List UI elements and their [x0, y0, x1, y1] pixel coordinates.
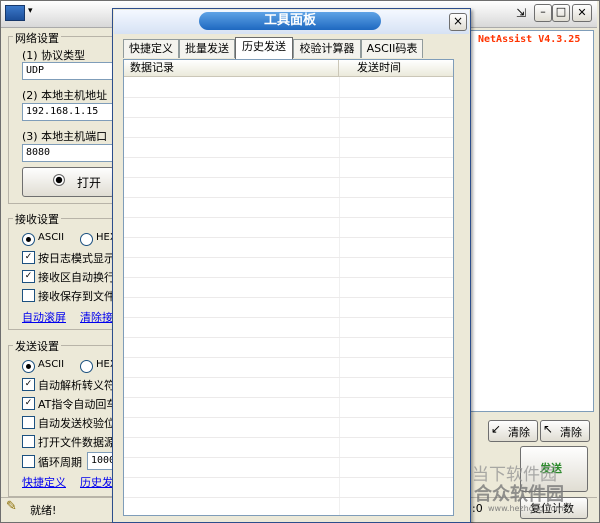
protocol-label: (1) 协议类型: [22, 49, 86, 62]
receive-group-title: 接收设置: [13, 211, 61, 227]
recv-ascii-radio[interactable]: [22, 233, 35, 246]
list-row-line: [124, 97, 453, 98]
open-button-label: 打开: [77, 176, 102, 190]
auto-checksum-label: 自动发送校验位: [38, 417, 115, 430]
tab-ascii-table[interactable]: ASCII码表: [361, 39, 423, 58]
status-text: 就绪!: [30, 504, 57, 517]
tab-quick-define[interactable]: 快捷定义: [123, 39, 179, 58]
pin-icon[interactable]: ⇲: [516, 6, 526, 20]
log-mode-checkbox[interactable]: ✓: [22, 251, 35, 264]
list-row-line: [124, 257, 453, 258]
save-file-label: 接收保存到文件: [38, 290, 115, 303]
auto-checksum-checkbox[interactable]: [22, 416, 35, 429]
tool-panel: 工具面板 × 快捷定义 批量发送 历史发送 校验计算器 ASCII码表 数据记录…: [112, 8, 471, 523]
arrow-down-left-icon: ↙: [491, 422, 502, 436]
host-port-label: (3) 本地主机端口: [22, 130, 108, 143]
list-row-line: [124, 337, 453, 338]
receive-area[interactable]: [470, 30, 594, 412]
list-row-line: [124, 437, 453, 438]
at-cmd-label: AT指令自动回车: [38, 398, 118, 411]
list-row-line: [124, 357, 453, 358]
send-group-title: 发送设置: [13, 338, 61, 354]
list-row-line: [124, 417, 453, 418]
tab-checksum-calculator[interactable]: 校验计算器: [293, 39, 361, 58]
list-row-line: [124, 377, 453, 378]
pencil-icon: ✎: [6, 499, 17, 514]
clear-count-label: 清除: [560, 426, 582, 439]
version-label: NetAssist V4.3.25: [478, 34, 581, 45]
auto-escape-label: 自动解析转义符: [38, 379, 115, 392]
history-list[interactable]: 数据记录 发送时间: [123, 59, 454, 516]
host-address-input[interactable]: 192.168.1.15: [22, 103, 115, 121]
list-row-line: [124, 197, 453, 198]
send-hex-radio[interactable]: [80, 360, 93, 373]
list-row-line: [124, 137, 453, 138]
app-menu-arrow-icon[interactable]: ▾: [28, 6, 33, 16]
tool-panel-title: 工具面板: [199, 12, 381, 30]
at-cmd-checkbox[interactable]: ✓: [22, 397, 35, 410]
open-file-label: 打开文件数据源: [38, 436, 115, 449]
watermark-text-2: 合众软件园: [474, 484, 564, 505]
save-file-checkbox[interactable]: [22, 289, 35, 302]
open-file-checkbox[interactable]: [22, 435, 35, 448]
maximize-button[interactable]: □: [552, 4, 570, 22]
list-row-line: [124, 477, 453, 478]
close-window-button[interactable]: ✕: [572, 4, 592, 22]
recv-hex-radio[interactable]: [80, 233, 93, 246]
list-row-line: [124, 497, 453, 498]
list-row-line: [124, 217, 453, 218]
list-row-line: [124, 177, 453, 178]
list-row-line: [124, 157, 453, 158]
recv-ascii-label: ASCII: [38, 232, 65, 243]
send-ascii-label: ASCII: [38, 359, 65, 370]
protocol-select[interactable]: UDP: [22, 62, 115, 80]
app-menu-icon[interactable]: [5, 5, 25, 21]
tool-panel-close-button[interactable]: ×: [449, 13, 467, 31]
loop-checkbox[interactable]: [22, 455, 35, 468]
arrow-up-left-icon: ↖: [543, 422, 554, 436]
log-mode-label: 按日志模式显示: [38, 252, 115, 265]
column-send-time[interactable]: 发送时间: [339, 60, 453, 77]
tab-batch-send[interactable]: 批量发送: [179, 39, 235, 58]
auto-wrap-checkbox[interactable]: ✓: [22, 270, 35, 283]
clear-send-label: 清除: [508, 426, 530, 439]
list-row-line: [124, 457, 453, 458]
list-row-line: [124, 397, 453, 398]
list-row-line: [124, 237, 453, 238]
tab-history-send[interactable]: 历史发送: [235, 37, 293, 59]
quick-define-link[interactable]: 快捷定义: [22, 474, 66, 490]
minimize-button[interactable]: –: [534, 4, 552, 22]
open-status-icon: [53, 174, 65, 186]
watermark-url: www.hezhong.com: [488, 504, 564, 513]
list-row-line: [124, 297, 453, 298]
auto-escape-checkbox[interactable]: ✓: [22, 378, 35, 391]
column-data-record[interactable]: 数据记录: [124, 60, 339, 77]
loop-label: 循环周期: [38, 456, 82, 469]
host-port-input[interactable]: 8080: [22, 144, 115, 162]
auto-wrap-label: 接收区自动换行: [38, 271, 115, 284]
network-group-title: 网络设置: [13, 30, 61, 46]
list-row-line: [124, 277, 453, 278]
send-ascii-radio[interactable]: [22, 360, 35, 373]
host-address-label: (2) 本地主机地址: [22, 89, 108, 102]
list-row-line: [124, 117, 453, 118]
list-row-line: [124, 317, 453, 318]
auto-scroll-link[interactable]: 自动滚屏: [22, 309, 66, 325]
